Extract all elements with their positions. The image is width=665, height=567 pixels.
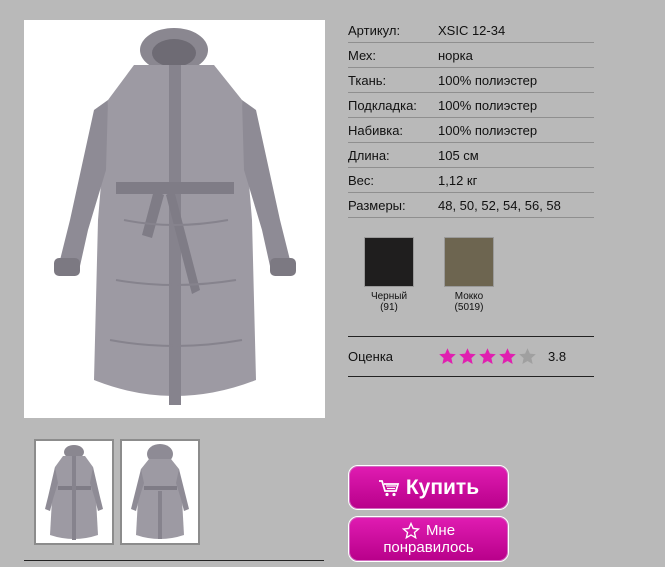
buy-button[interactable]: Купить (348, 465, 509, 510)
spec-row: Подкладка: 100% полиэстер (348, 93, 594, 118)
rating-value: 3.8 (548, 349, 567, 364)
buy-button-label: Купить (405, 475, 480, 499)
spec-value: 48, 50, 52, 54, 56, 58 (438, 197, 561, 213)
divider (24, 560, 324, 561)
rating-stars[interactable] (438, 347, 548, 366)
color-option-black[interactable]: Черный (91) (362, 237, 416, 313)
spec-row: Размеры: 48, 50, 52, 54, 56, 58 (348, 193, 594, 218)
star-filled-icon[interactable] (498, 347, 517, 366)
spec-value: 100% полиэстер (438, 97, 538, 113)
spec-label: Длина: (348, 147, 390, 163)
spec-label: Ткань: (348, 72, 387, 88)
color-name: Мокко (454, 291, 484, 302)
color-chip (364, 237, 414, 287)
like-button-label-line1: Мне (425, 522, 456, 539)
star-filled-icon[interactable] (438, 347, 457, 366)
color-code: (5019) (454, 302, 484, 313)
spec-value: норка (438, 47, 473, 63)
spec-row: Ткань: 100% полиэстер (348, 68, 594, 93)
rating-block: Оценка 3.8 (348, 336, 594, 377)
star-filled-icon[interactable] (458, 347, 477, 366)
thumbnail-front[interactable] (34, 439, 114, 545)
rating-label: Оценка (348, 349, 394, 364)
spec-row: Артикул: XSIC 12-34 (348, 18, 594, 43)
star-outline-icon (401, 522, 420, 540)
color-chip (444, 237, 494, 287)
spec-value: 100% полиэстер (438, 72, 538, 88)
cart-icon (378, 479, 400, 496)
spec-row: Набивка: 100% полиэстер (348, 118, 594, 143)
main-product-image (24, 20, 325, 418)
spec-label: Мех: (348, 47, 377, 63)
spec-label: Артикул: (348, 22, 401, 38)
spec-label: Подкладка: (348, 97, 417, 113)
spec-label: Набивка: (348, 122, 404, 138)
spec-row: Длина: 105 см (348, 143, 594, 168)
spec-value: 105 см (438, 147, 479, 163)
spec-row: Мех: норка (348, 43, 594, 68)
like-button-label-line2: понравилось (383, 539, 474, 556)
like-button[interactable]: Мне понравилось (348, 516, 509, 562)
spec-label: Вес: (348, 172, 375, 188)
thumbnail-back[interactable] (120, 439, 200, 545)
spec-value: XSIC 12-34 (438, 22, 506, 38)
color-name: Черный (370, 291, 408, 302)
specs-table: Артикул: XSIC 12-34 Мех: норка Ткань: 100% по… (348, 18, 594, 218)
spec-value: 100% полиэстер (438, 122, 538, 138)
star-empty-icon[interactable] (518, 347, 537, 366)
coat-illustration (54, 28, 296, 405)
color-code: (91) (380, 302, 398, 313)
color-swatches: Черный (91) Мокко (5019) (348, 237, 594, 327)
spec-value: 1,12 кг (438, 172, 478, 188)
spec-label: Размеры: (348, 197, 406, 213)
star-filled-icon[interactable] (478, 347, 497, 366)
spec-row: Вес: 1,12 кг (348, 168, 594, 193)
color-option-mocha[interactable]: Мокко (5019) (442, 237, 496, 313)
